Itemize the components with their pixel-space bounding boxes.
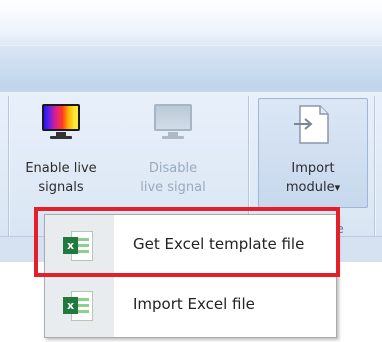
enable-live-signals-label-line1: Enable live <box>25 161 97 176</box>
import-module-label-text: module <box>285 180 335 195</box>
ribbon-separator <box>8 96 9 254</box>
import-document-icon <box>294 105 329 144</box>
disable-live-signal-label-line2: live signal <box>140 180 206 195</box>
highlight-box <box>34 207 340 277</box>
enable-live-signals-button[interactable]: Enable live signals <box>16 100 106 204</box>
import-module-label-line1: Import <box>291 161 335 176</box>
import-module-label-line2: module▾ <box>259 179 367 196</box>
ribbon-separator <box>374 96 375 254</box>
disable-live-signal-label-line1: Disable <box>148 161 198 176</box>
chevron-down-icon: ▾ <box>334 181 341 194</box>
enable-live-signals-label-line2: signals <box>38 180 84 195</box>
import-module-button[interactable]: Import module▾ <box>258 98 368 208</box>
menu-item-import-excel-file[interactable]: x Import Excel file <box>45 275 336 335</box>
monitor-color-bars-icon <box>42 104 80 140</box>
disable-live-signal-button[interactable]: Disable live signal <box>128 100 218 204</box>
excel-icon: x <box>63 289 93 321</box>
title-bar <box>0 0 382 45</box>
ribbon-top-border <box>0 89 382 92</box>
menu-item-label: Import Excel file <box>133 295 255 313</box>
monitor-gray-icon <box>154 104 192 140</box>
ribbon-tab-strip <box>0 45 382 90</box>
